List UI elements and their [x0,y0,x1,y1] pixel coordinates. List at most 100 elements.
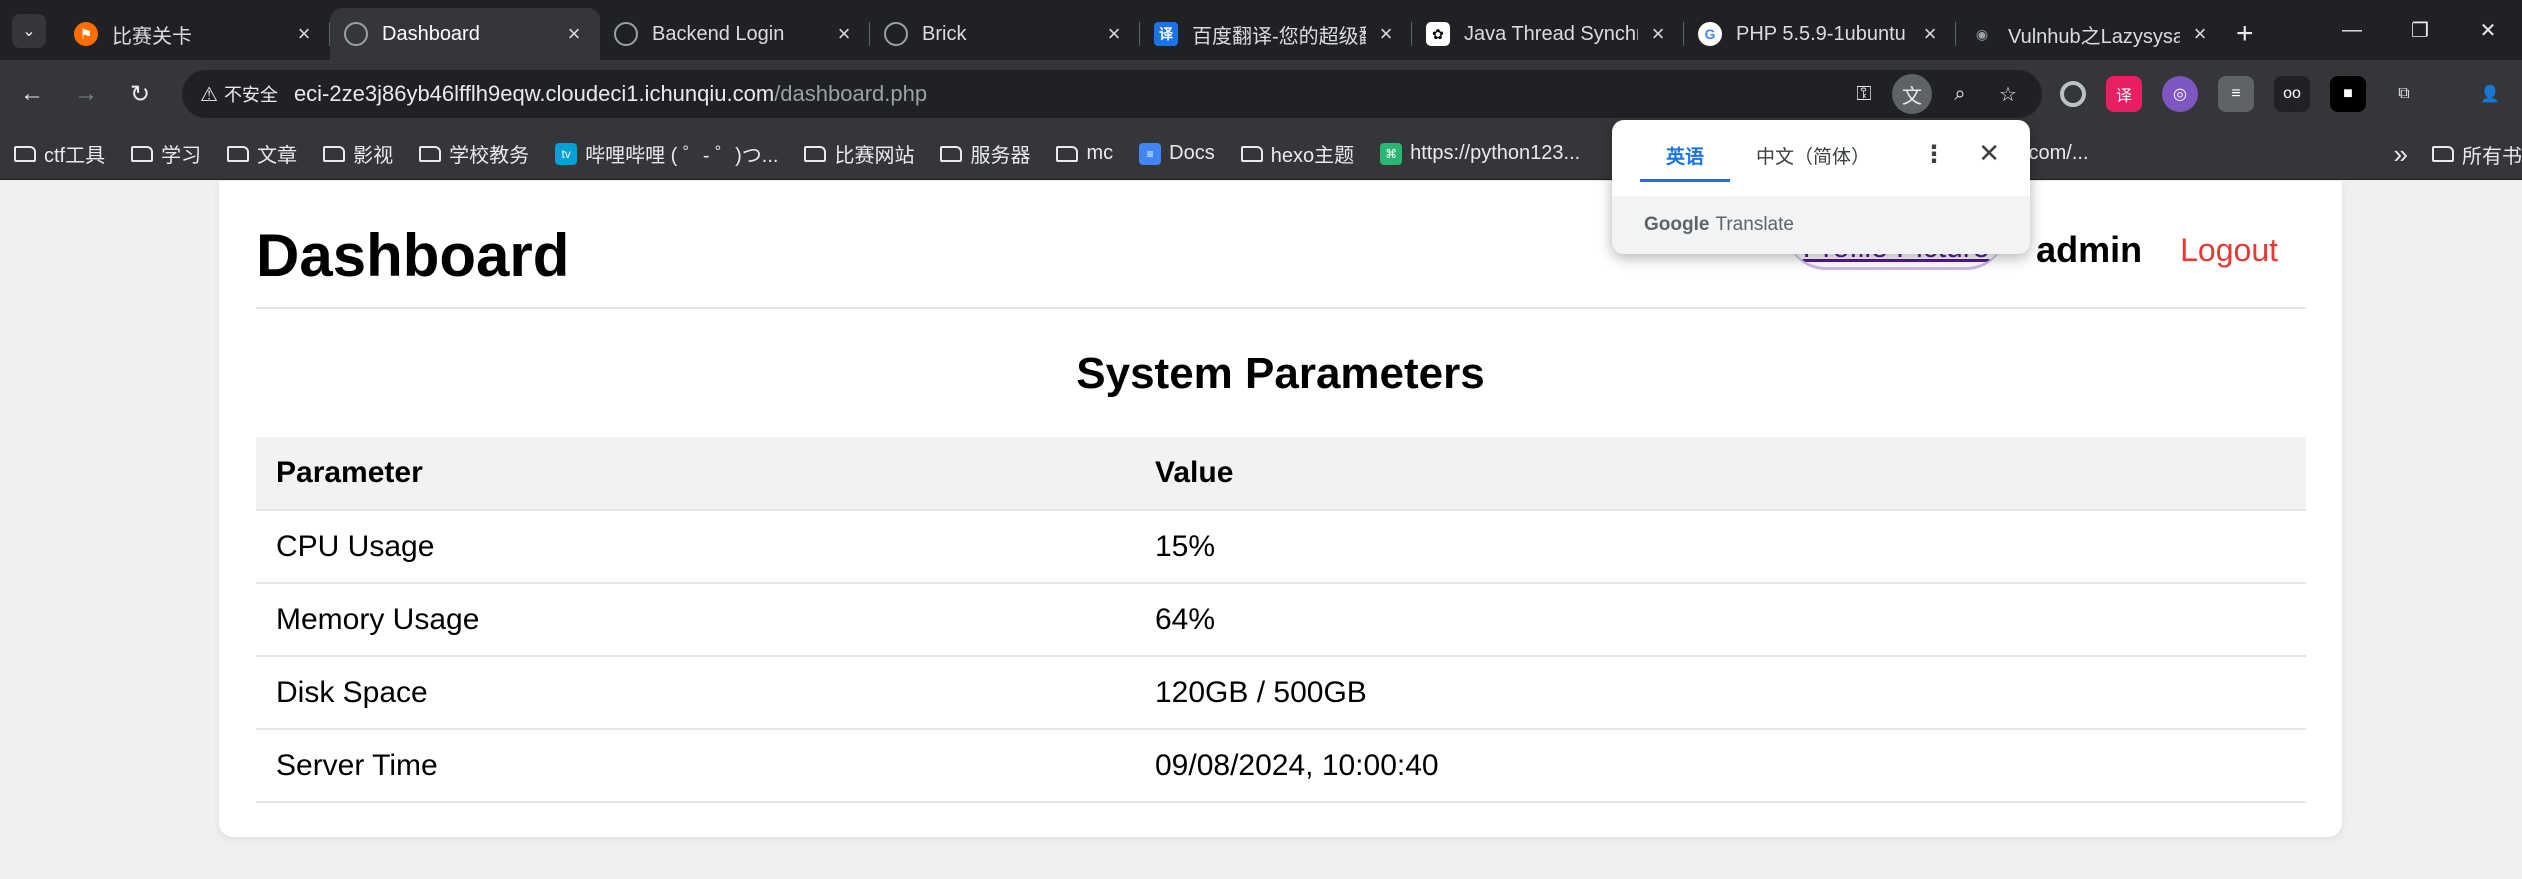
bookmark-label: ctf工具 [44,145,106,167]
bookmark-label: mc [1086,142,1114,164]
folder-icon [1240,145,1263,162]
bookmark-label: 学习 [161,145,202,167]
palette-extension-icon[interactable]: ◎ [2162,76,2198,112]
folder-icon [14,145,36,162]
close-icon[interactable]: × [562,21,586,47]
bookmark-label: 所有书 [2462,145,2522,168]
bookmark-folder[interactable]: 文章 [227,139,297,168]
restore-icon[interactable]: ❐ [2386,0,2454,60]
globe-icon [344,22,368,46]
password-key-icon[interactable]: ⚿ [1844,74,1884,114]
window-controls: — ❐ ✕ [2318,0,2522,60]
tab-title: Java Thread Synchronization [1464,22,1638,45]
close-icon[interactable]: × [2188,21,2212,47]
bookmark-folder[interactable]: 学校教务 [419,139,529,168]
bookmark-label: https://python123... [1410,142,1581,164]
all-bookmarks-folder[interactable]: 所有书 [2432,140,2522,169]
bookmarks-bar: ctf工具 学习 文章 影视 学校教务 tv 哔哩哔哩 ( ゜- ゜)つ... 比… [0,128,2522,180]
language-tabs: 英语 中文（简体） [1640,142,1896,182]
docs-icon: ≡ [1139,142,1162,165]
table-row: Memory Usage 64% [256,583,2306,657]
bookmark-label: 服务器 [970,145,1031,167]
translate-extension-icon[interactable]: 译 [2106,76,2142,112]
bookmark-site[interactable]: ≡ Docs [1139,142,1215,165]
bookmark-label: hexo主题 [1270,145,1355,167]
minimize-icon[interactable]: — [2318,0,2386,60]
bookmark-folder[interactable]: ctf工具 [14,139,105,168]
close-icon[interactable]: × [832,21,856,47]
url-path: /dashboard.php [774,81,928,106]
close-icon[interactable]: × [1646,21,1670,47]
tab-search-button[interactable]: ⌄ [12,14,46,48]
browser-window: ⌄ ⚑ 比赛关卡 × Dashboard × Backend Login × B… [0,0,2522,879]
tab[interactable]: 译 百度翻译-您的超级翻译伙伴 × [1140,8,1412,60]
tab-title: Dashboard [382,22,480,45]
bookmark-site[interactable]: ⌘ https://python123... [1380,142,1580,165]
zoom-icon[interactable]: ⌕ [1940,74,1980,114]
bookmarks-overflow: » 所有书 [2393,128,2522,179]
glasses-extension-icon[interactable]: oo [2274,76,2310,112]
tab[interactable]: Backend Login × [600,8,870,60]
bookmark-folder[interactable]: 比赛网站 [804,139,914,168]
folder-icon [323,145,346,162]
close-window-icon[interactable]: ✕ [2454,0,2522,60]
bookmark-folder[interactable]: hexo主题 [1240,139,1355,168]
source-language-tab[interactable]: 英语 [1640,142,1731,182]
folder-icon [419,145,442,162]
tab-active[interactable]: Dashboard × [330,8,600,60]
username: admin [2036,229,2143,270]
record-extension-icon[interactable] [2060,81,2086,107]
profile-icon[interactable]: 👤 [2472,76,2508,112]
translate-popup: 英语 中文（简体） ⋮ ✕ Google Translate [1612,120,2030,254]
warning-icon: ⚠ [200,83,218,106]
tab-title: PHP 5.5.9-1ubuntu [1736,22,1906,45]
tab[interactable]: ✿ Java Thread Synchronization × [1412,8,1684,60]
forward-icon[interactable]: → [64,72,108,116]
reload-icon[interactable]: ↻ [118,72,162,116]
translate-icon[interactable]: 文 [1892,74,1932,114]
google-icon: G [1698,22,1722,46]
chevron-double-right-icon[interactable]: » [2394,139,2408,170]
target-language-tab[interactable]: 中文（简体） [1730,142,1896,182]
bookmark-star-icon[interactable]: ☆ [1988,74,2028,114]
security-chip[interactable]: ⚠ 不安全 [200,81,294,107]
bookmark-folder[interactable]: 学习 [131,139,201,168]
page-viewport: Dashboard Profile Picture admin Logout S… [0,181,2522,879]
bookmark-site[interactable]: tv 哔哩哔哩 ( ゜- ゜)つ... [555,139,778,168]
close-icon[interactable]: × [292,21,316,47]
table-row: CPU Usage 15% [256,510,2306,584]
bookmark-folder[interactable]: mc [1056,142,1113,165]
toolbar: ← → ↻ ⚠ 不安全 eci-2ze3j86yb46lfflh9eqw.clo… [0,60,2522,128]
bookmark-folder[interactable]: 影视 [323,139,393,168]
url-text[interactable]: eci-2ze3j86yb46lfflh9eqw.cloudeci1.ichun… [294,81,927,107]
close-icon[interactable]: ✕ [1978,138,2000,169]
puzzle-icon[interactable]: ⧉ [2386,76,2422,112]
tab[interactable]: Brick × [870,8,1140,60]
more-vert-icon[interactable]: ⋮ [1922,140,1946,169]
translate-icon: 译 [1154,22,1178,46]
tab-title: Vulnhub之Lazysysadmin [2008,25,2180,48]
new-tab-button[interactable]: + [2236,8,2254,60]
dark-extension-icon[interactable]: ■ [2330,76,2366,112]
address-bar-actions: ⚿ 文 ⌕ ☆ [1836,70,2028,118]
back-icon[interactable]: ← [10,72,54,116]
close-icon[interactable]: × [1102,21,1126,47]
parameter-cell: Memory Usage [256,583,1135,657]
bookmark-label: 比赛网站 [834,145,915,167]
system-parameters-table: Parameter Value CPU Usage 15% Memory Usa… [256,437,2306,803]
tab[interactable]: ◉ Vulnhub之Lazysysadmin × [1956,8,2226,60]
address-bar[interactable]: ⚠ 不安全 eci-2ze3j86yb46lfflh9eqw.cloudeci1… [182,70,2042,118]
close-icon[interactable]: × [1918,21,1942,47]
tab[interactable]: ⚑ 比赛关卡 × [60,8,330,60]
database-extension-icon[interactable]: ≡ [2218,76,2254,112]
globe-icon [614,22,638,46]
bookmark-folder[interactable]: 服务器 [940,139,1030,168]
logout-link[interactable]: Logout [2180,232,2278,269]
table-row: Server Time 09/08/2024, 10:00:40 [256,729,2306,803]
tab[interactable]: G PHP 5.5.9-1ubuntu × [1684,8,1956,60]
close-icon[interactable]: × [1374,21,1398,47]
url-host: eci-2ze3j86yb46lfflh9eqw.cloudeci1.ichun… [293,81,775,106]
globe-icon [884,22,908,46]
bookmark-label: 影视 [353,145,394,167]
flame-icon: ⚑ [74,22,98,46]
